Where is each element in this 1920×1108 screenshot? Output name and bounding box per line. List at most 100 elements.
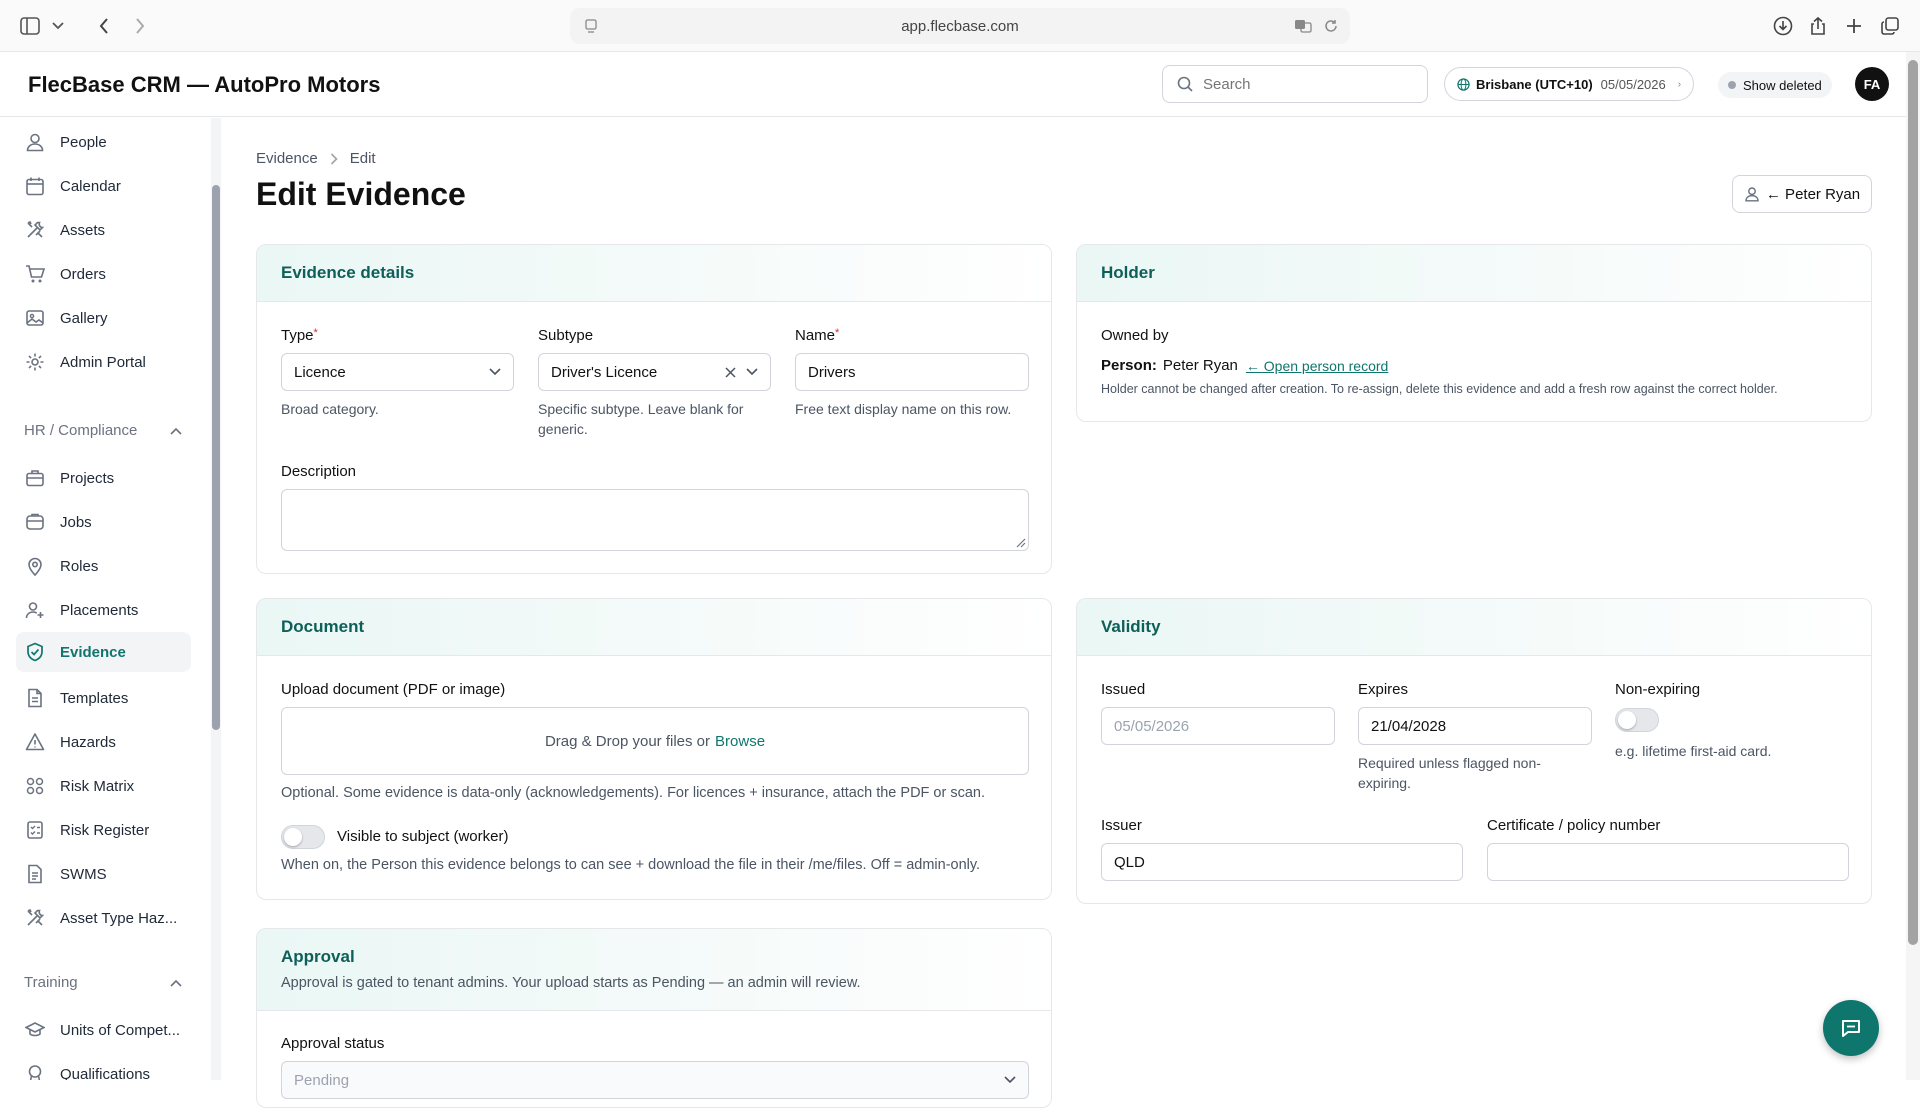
chat-button[interactable] [1823, 1000, 1879, 1056]
browse-link[interactable]: Browse [715, 733, 765, 750]
download-icon[interactable] [1771, 14, 1795, 38]
back-icon[interactable] [92, 14, 116, 38]
address-bar[interactable]: app.flecbase.com [570, 8, 1350, 44]
sidebar-item-label: Projects [60, 469, 115, 487]
calendar-icon [24, 175, 46, 197]
sidebar-item-evidence[interactable]: Evidence [16, 632, 191, 672]
chevron-down-icon [746, 368, 758, 376]
issued-date-input[interactable]: 05/05/2026 [1101, 707, 1335, 745]
chevron-down-icon [1004, 1076, 1016, 1084]
sidebar-item-assets[interactable]: Assets [16, 210, 191, 250]
award-icon [24, 1063, 46, 1080]
sidebar-item-roles[interactable]: Roles [16, 546, 191, 586]
chevron-down-icon [489, 368, 501, 376]
sidebar-item-gallery[interactable]: Gallery [16, 298, 191, 338]
timezone-label: Brisbane (UTC+10) [1476, 76, 1593, 92]
page-scrollbar-thumb[interactable] [1908, 60, 1918, 945]
sidebar: People Calendar Assets Orders Gallery Ad… [0, 118, 216, 1080]
expires-date-input[interactable]: 21/04/2028 [1358, 707, 1592, 745]
subtype-select[interactable]: Driver's Licence [538, 353, 771, 391]
page-title: Edit Evidence [256, 176, 466, 212]
sidebar-item-orders[interactable]: Orders [16, 254, 191, 294]
image-icon [24, 307, 46, 329]
non-expiring-toggle[interactable] [1615, 708, 1659, 732]
sidebar-item-label: Asset Type Haz... [60, 909, 178, 927]
forward-icon[interactable] [128, 14, 152, 38]
timezone-selector[interactable]: Brisbane (UTC+10) 05/05/2026 › [1444, 67, 1694, 101]
sidebar-group-hr-compliance[interactable]: HR / Compliance [24, 422, 182, 439]
holder-card: Holder Owned by Person: Peter Ryan ← Ope… [1076, 244, 1872, 422]
sidebar-item-calendar[interactable]: Calendar [16, 166, 191, 206]
search-box[interactable] [1162, 65, 1428, 103]
sidebar-group-label: Training [24, 974, 78, 991]
sidebar-group-training[interactable]: Training [24, 974, 182, 991]
sidebar-item-label: Roles [60, 557, 99, 575]
sidebar-item-qualifications[interactable]: Qualifications [16, 1054, 191, 1080]
owned-by-label: Owned by [1101, 327, 1169, 344]
sidebar-item-people[interactable]: People [16, 122, 191, 162]
subtype-value: Driver's Licence [551, 363, 658, 381]
sidebar-item-templates[interactable]: Templates [16, 678, 191, 718]
show-deleted-toggle[interactable]: Show deleted [1718, 72, 1832, 98]
chevron-up-icon [170, 427, 182, 435]
non-expiring-help: e.g. lifetime first-aid card. [1615, 743, 1772, 759]
sidebar-scrollbar-thumb[interactable] [212, 185, 220, 730]
approval-status-select[interactable]: Pending [281, 1061, 1029, 1099]
new-tab-icon[interactable] [1842, 14, 1866, 38]
search-input[interactable] [1203, 75, 1403, 93]
user-avatar[interactable]: FA [1855, 67, 1889, 101]
sidebar-item-label: Evidence [60, 643, 126, 661]
translate-icon[interactable] [1294, 19, 1312, 33]
resize-handle-icon[interactable] [1016, 538, 1026, 548]
sidebar-item-label: SWMS [60, 865, 107, 883]
reload-icon[interactable] [1324, 19, 1338, 33]
visible-to-subject-toggle[interactable] [281, 825, 325, 849]
sidebar-item-label: People [60, 133, 107, 151]
file-dropzone[interactable]: Drag & Drop your files or Browse [281, 707, 1029, 775]
sidebar-item-projects[interactable]: Projects [16, 458, 191, 498]
document-icon [24, 687, 46, 709]
clear-icon[interactable] [725, 366, 736, 378]
certificate-number-input[interactable] [1487, 843, 1849, 881]
person-icon [1744, 186, 1760, 202]
search-icon [1177, 76, 1193, 92]
name-input[interactable]: Drivers [795, 353, 1029, 391]
approval-status-label: Approval status [281, 1035, 385, 1052]
subtype-help: Specific subtype. Leave blank for generi… [538, 401, 744, 437]
expires-help: Required unless flagged non-expiring. [1358, 755, 1541, 791]
globe-icon [1457, 77, 1470, 91]
holder-note: Holder cannot be changed after creation.… [1101, 382, 1778, 396]
approval-card: Approval Approval is gated to tenant adm… [256, 928, 1052, 1108]
holder-person-name: Peter Ryan [1162, 357, 1238, 374]
sidebar-item-label: Orders [60, 265, 106, 283]
subtype-label: Subtype [538, 327, 594, 344]
page-icon [584, 19, 598, 33]
certificate-number-label: Certificate / policy number [1487, 817, 1661, 834]
upload-label: Upload document (PDF or image) [281, 681, 506, 698]
browser-toolbar: app.flecbase.com [0, 0, 1920, 52]
sidebar-item-admin-portal[interactable]: Admin Portal [16, 342, 191, 382]
type-select[interactable]: Licence [281, 353, 514, 391]
sidebar-item-hazards[interactable]: Hazards [16, 722, 191, 762]
sidebar-item-jobs[interactable]: Jobs [16, 502, 191, 542]
chevron-down-icon[interactable] [46, 14, 70, 38]
share-icon[interactable] [1806, 14, 1830, 38]
open-person-record-link[interactable]: ← Open person record [1246, 358, 1388, 374]
description-textarea[interactable] [281, 489, 1029, 551]
sidebar-item-label: Assets [60, 221, 106, 239]
sidebar-item-risk-matrix[interactable]: Risk Matrix [16, 766, 191, 806]
sidebar-item-risk-register[interactable]: Risk Register [16, 810, 191, 850]
sidebar-toggle-icon[interactable] [18, 14, 42, 38]
issuer-input[interactable]: QLD [1101, 843, 1463, 881]
breadcrumb-evidence-link[interactable]: Evidence [256, 150, 318, 167]
chevron-right-icon [330, 152, 338, 165]
name-help: Free text display name on this row. [795, 401, 1012, 417]
sidebar-item-units-of-competency[interactable]: Units of Compet... [16, 1010, 191, 1050]
sidebar-item-asset-type-hazards[interactable]: Asset Type Haz... [16, 898, 191, 938]
show-deleted-label: Show deleted [1743, 77, 1822, 93]
back-to-person-button[interactable]: ← Peter Ryan [1732, 175, 1872, 213]
sidebar-item-swms[interactable]: SWMS [16, 854, 191, 894]
sidebar-item-placements[interactable]: Placements [16, 590, 191, 630]
tabs-overview-icon[interactable] [1878, 14, 1902, 38]
sidebar-item-label: Qualifications [60, 1065, 151, 1081]
